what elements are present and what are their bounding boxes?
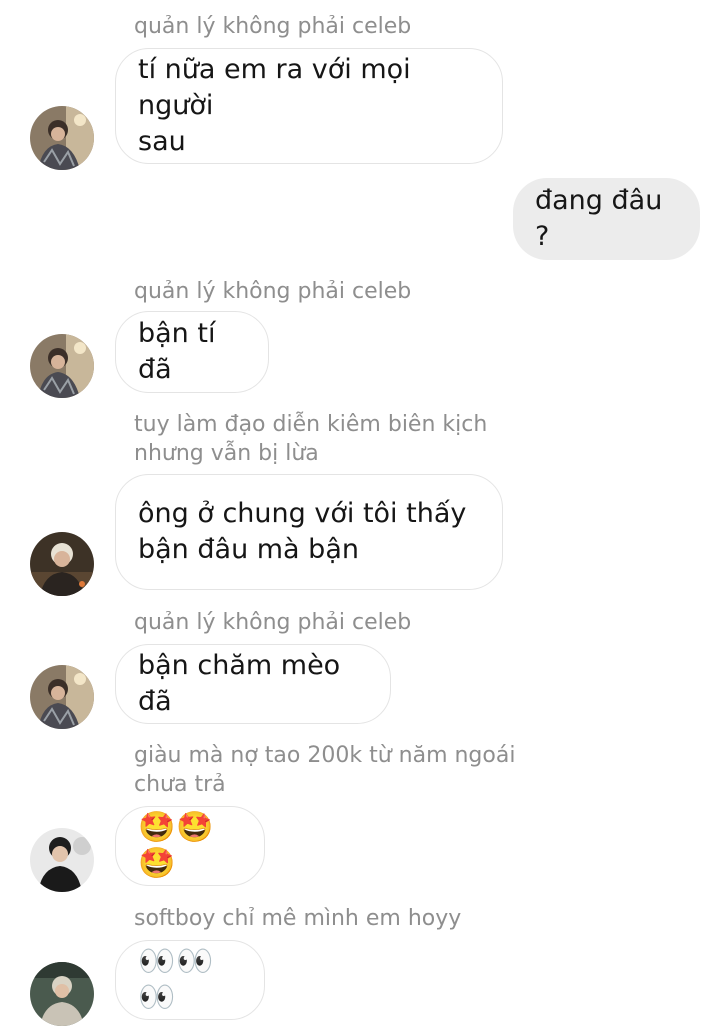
- avatar-softboy-image: [30, 962, 94, 1026]
- avatar-director-image: [30, 532, 94, 596]
- message-bubble-incoming[interactable]: tí nữa em ra với mọi người sau: [115, 48, 503, 164]
- message-bubble-outgoing[interactable]: đang đâu ?: [513, 178, 700, 260]
- sender-name: tuy làm đạo diễn kiêm biên kịch nhưng vẫ…: [134, 412, 488, 466]
- star-struck-emoji: 🤩🤩🤩: [138, 810, 215, 881]
- message-text: đang đâu ?: [535, 185, 671, 252]
- message-bubble-incoming[interactable]: ông ở chung với tôi thấy bận đâu mà bận: [115, 474, 503, 590]
- sender-name: quản lý không phải celeb: [134, 610, 412, 635]
- message-bubble-incoming[interactable]: bận chăm mèo đã: [115, 644, 391, 724]
- avatar-manager-image: [30, 334, 94, 398]
- sender-name: giàu mà nợ tao 200k từ năm ngoái chưa tr…: [134, 743, 516, 797]
- avatar-director[interactable]: [30, 532, 94, 596]
- avatar-manager-image: [30, 106, 94, 170]
- sender-name: softboy chỉ mê mình em hoyy: [134, 906, 462, 931]
- message-bubble-incoming[interactable]: bận tí đã: [115, 311, 269, 393]
- message-bubble-incoming[interactable]: 🤩🤩🤩: [115, 806, 265, 886]
- eyes-emoji: 👀👀👀: [138, 944, 215, 1015]
- avatar-manager[interactable]: [30, 334, 94, 398]
- message-text: tí nữa em ra với mọi người sau: [138, 54, 411, 157]
- sender-name: quản lý không phải celeb: [134, 279, 412, 304]
- sender-name: quản lý không phải celeb: [134, 14, 412, 39]
- avatar-manager-image: [30, 665, 94, 729]
- avatar-rich-image: [30, 828, 94, 892]
- message-text: bận chăm mèo đã: [138, 650, 349, 717]
- message-bubble-incoming[interactable]: 👀👀👀: [115, 940, 265, 1020]
- chat-thread: quản lý không phải celeb tí nữa em ra vớ…: [0, 0, 720, 1028]
- avatar-rich[interactable]: [30, 828, 94, 892]
- avatar-manager[interactable]: [30, 665, 94, 729]
- message-text: bận tí đã: [138, 318, 225, 385]
- avatar-manager[interactable]: [30, 106, 94, 170]
- avatar-softboy[interactable]: [30, 962, 94, 1026]
- message-text: ông ở chung với tôi thấy bận đâu mà bận: [138, 498, 467, 565]
